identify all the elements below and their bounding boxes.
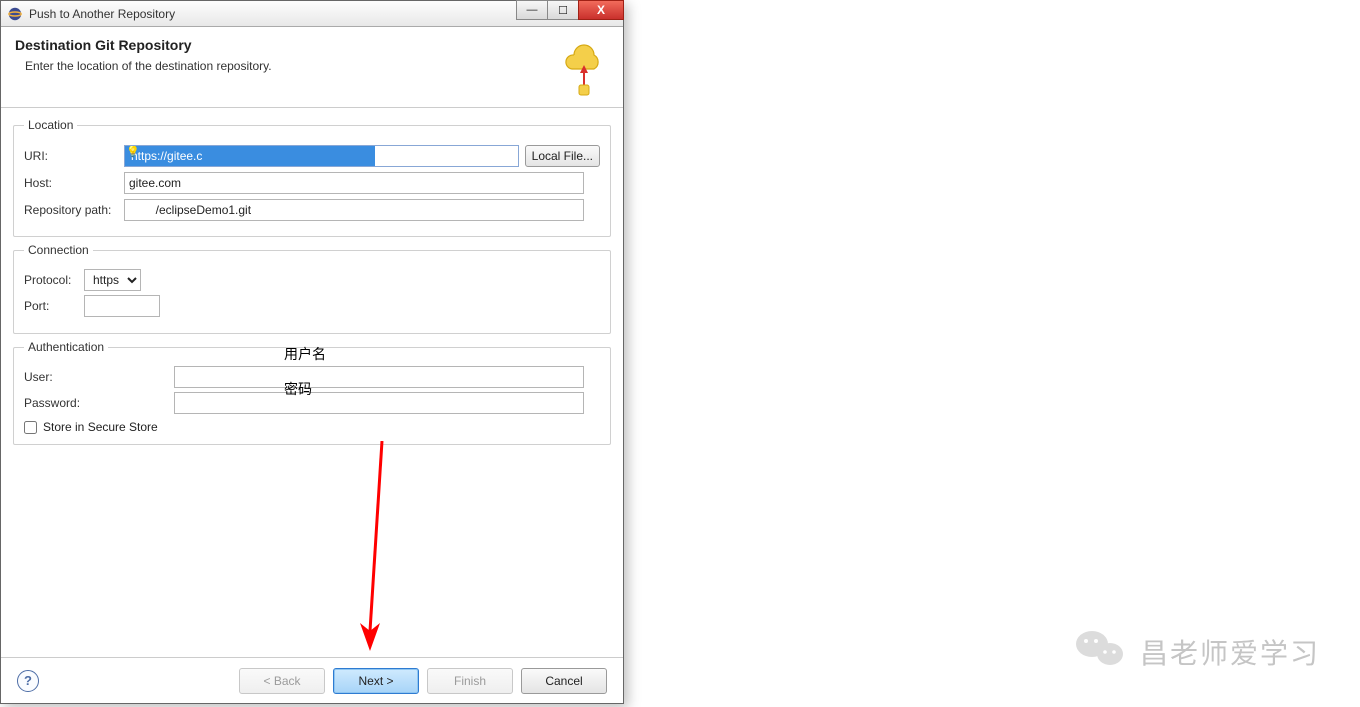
host-label: Host: [24,176,124,190]
user-label: User: [24,370,174,384]
watermark-text: 昌老师爱学习 [1140,632,1320,672]
location-legend: Location [24,118,77,132]
repo-path-input[interactable] [124,199,584,221]
protocol-label: Protocol: [24,273,84,287]
protocol-select[interactable]: https [84,269,141,291]
authentication-legend: Authentication [24,340,108,354]
finish-button[interactable]: Finish [427,668,513,694]
banner-title: Destination Git Repository [15,37,559,53]
uri-label: URI: [24,149,124,163]
port-label: Port: [24,299,84,313]
window-buttons: — ☐ X [516,1,623,26]
minimize-button[interactable]: — [516,0,548,20]
eclipse-icon [7,6,23,22]
dialog-footer: ? < Back Next > Finish Cancel [1,657,623,703]
repo-path-label: Repository path: [24,203,124,217]
cloud-upload-icon [559,37,609,97]
authentication-group: Authentication User: Password: Store in … [13,340,611,445]
next-button[interactable]: Next > [333,668,419,694]
window-title: Push to Another Repository [29,7,516,21]
cancel-button[interactable]: Cancel [521,668,607,694]
port-input[interactable] [84,295,160,317]
watermark: 昌老师爱学习 [1074,626,1320,677]
maximize-button[interactable]: ☐ [547,0,579,20]
host-input[interactable] [124,172,584,194]
password-input[interactable] [174,392,584,414]
banner-subtitle: Enter the location of the destination re… [15,59,559,73]
arrow-annotation-icon [356,441,396,661]
connection-legend: Connection [24,243,93,257]
local-file-button[interactable]: Local File... [525,145,600,167]
wechat-icon [1074,626,1126,677]
user-input[interactable] [174,366,584,388]
location-group: Location URI: 💡 https://gitee.c Local Fi… [13,118,611,237]
banner: Destination Git Repository Enter the loc… [1,27,623,108]
back-button[interactable]: < Back [239,668,325,694]
help-button[interactable]: ? [17,670,39,692]
titlebar[interactable]: Push to Another Repository — ☐ X [1,1,623,27]
dialog-window: Push to Another Repository — ☐ X Destina… [0,0,624,704]
password-label: Password: [24,396,174,410]
lightbulb-icon: 💡 [126,145,140,158]
store-secure-label: Store in Secure Store [43,420,158,434]
uri-input[interactable]: 💡 https://gitee.c [124,145,519,167]
uri-selected-text: https://gitee.c [125,146,375,166]
close-button[interactable]: X [578,0,624,20]
store-secure-checkbox[interactable] [24,421,37,434]
connection-group: Connection Protocol: https Port: [13,243,611,334]
